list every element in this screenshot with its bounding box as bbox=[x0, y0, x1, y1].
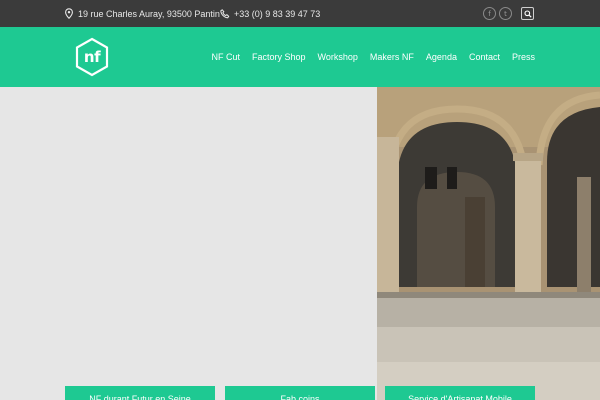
button-nf-futur-en-seine[interactable]: NF durant Futur en Seine bbox=[65, 386, 215, 400]
nav-item-agenda[interactable]: Agenda bbox=[426, 52, 457, 62]
address-info: 19 rue Charles Auray, 93500 Pantin bbox=[64, 0, 220, 27]
search-button[interactable] bbox=[521, 7, 534, 20]
nav-item-contact[interactable]: Contact bbox=[469, 52, 500, 62]
button-artisanat-mobile[interactable]: Service d'Artisanat Mobile bbox=[385, 386, 535, 400]
top-info-bar: 19 rue Charles Auray, 93500 Pantin +33 (… bbox=[0, 0, 600, 27]
nav-item-makers-nf[interactable]: Makers NF bbox=[370, 52, 414, 62]
arcade-photo bbox=[377, 87, 600, 400]
site-logo[interactable]: nf bbox=[74, 37, 110, 77]
search-icon bbox=[523, 9, 532, 18]
nav-item-workshop[interactable]: Workshop bbox=[318, 52, 358, 62]
logo-text: nf bbox=[83, 48, 101, 66]
hero-panel bbox=[0, 87, 377, 400]
button-fab-coins[interactable]: Fab coins bbox=[225, 386, 375, 400]
main-navigation: NF Cut Factory Shop Workshop Makers NF A… bbox=[212, 27, 536, 87]
phone-icon bbox=[220, 8, 230, 19]
address-text: 19 rue Charles Auray, 93500 Pantin bbox=[78, 8, 220, 19]
facebook-icon[interactable]: f bbox=[483, 7, 496, 20]
map-pin-icon bbox=[64, 8, 74, 19]
nav-item-press[interactable]: Press bbox=[512, 52, 535, 62]
nav-item-nf-cut[interactable]: NF Cut bbox=[212, 52, 241, 62]
phone-text[interactable]: +33 (0) 9 83 39 47 73 bbox=[234, 9, 320, 19]
twitter-icon[interactable]: t bbox=[499, 7, 512, 20]
hero-image-arcade bbox=[377, 87, 600, 400]
phone-info: +33 (0) 9 83 39 47 73 bbox=[220, 0, 320, 27]
nav-item-factory-shop[interactable]: Factory Shop bbox=[252, 52, 306, 62]
site-header: nf NF Cut Factory Shop Workshop Makers N… bbox=[0, 27, 600, 87]
